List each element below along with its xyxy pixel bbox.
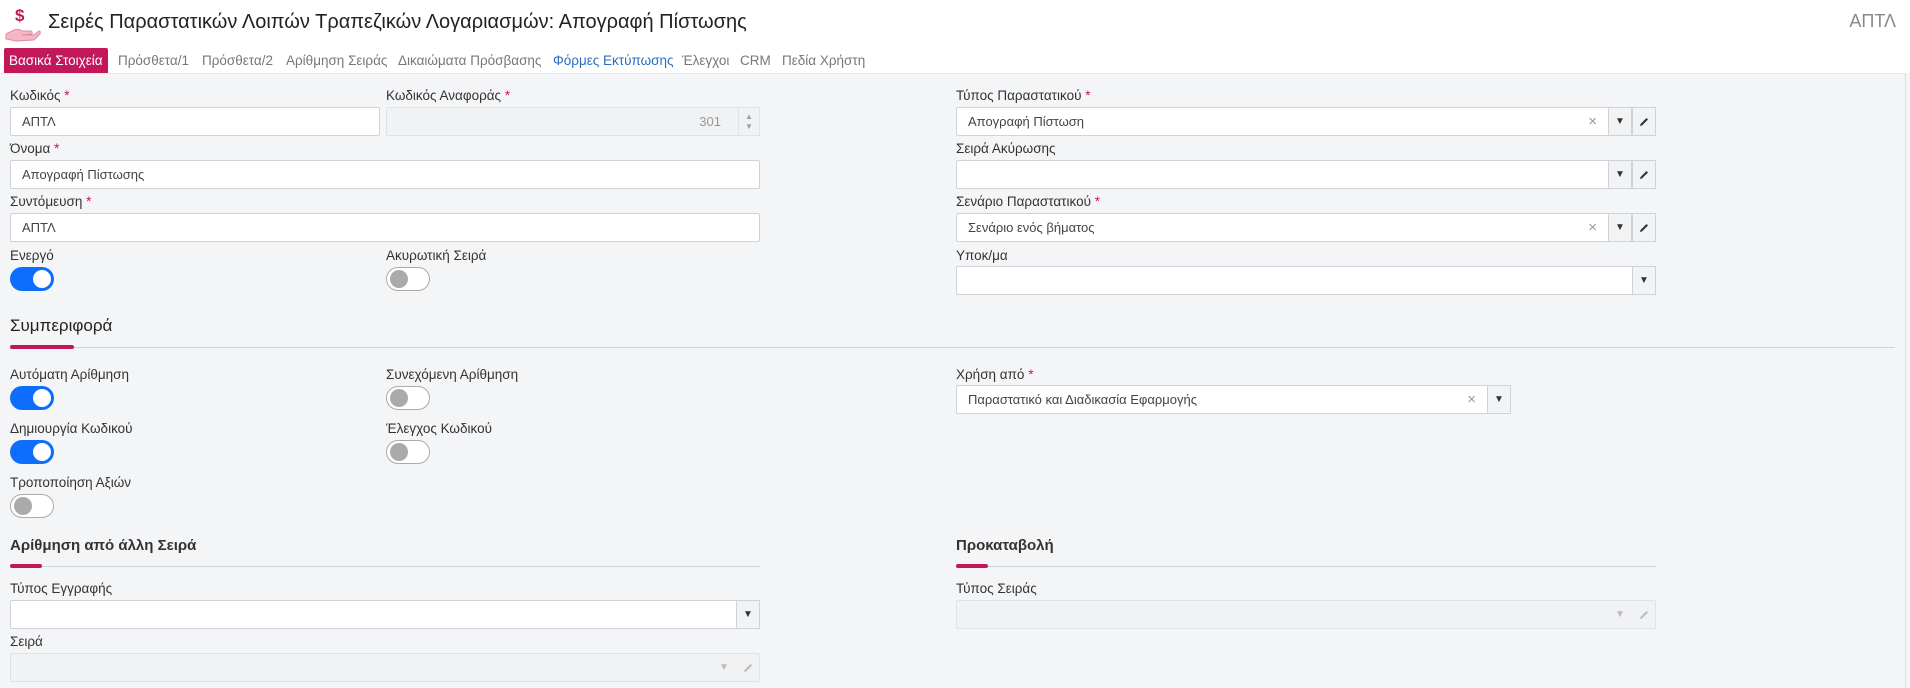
clear-icon[interactable]: ×: [1588, 214, 1597, 241]
advance-divider: [956, 566, 1656, 567]
create-code-label: Δημιουργία Κωδικού: [10, 421, 133, 436]
tab-crm[interactable]: CRM: [740, 48, 771, 73]
series-label: Σειρά: [10, 634, 43, 649]
modify-values-label: Τροποποίηση Αξιών: [10, 475, 132, 490]
behavior-divider: [10, 347, 1895, 348]
auto-numbering-toggle[interactable]: [10, 386, 54, 410]
pencil-icon[interactable]: [1632, 107, 1656, 136]
doc-type-select[interactable]: Απογραφή Πίστωση × ▼: [956, 107, 1656, 136]
scenario-label: Σενάριο Παραστατικού *: [956, 194, 1101, 209]
abbrev-label: Συντόμευση *: [10, 194, 92, 209]
ref-code-value: 301: [699, 114, 721, 129]
series-type-label: Τύπος Σειράς: [956, 581, 1037, 596]
caret-down-icon[interactable]: ▼: [1632, 266, 1656, 295]
pencil-icon: [1632, 600, 1656, 629]
used-by-label: Χρήση από *: [956, 367, 1034, 382]
behavior-section-title: Συμπεριφορά: [10, 316, 113, 335]
cancel-series-toggle-label: Ακυρωτική Σειρά: [386, 248, 487, 263]
continuous-numbering-label: Συνεχόμενη Αρίθμηση: [386, 367, 519, 382]
pencil-icon[interactable]: [1632, 160, 1656, 189]
code-input[interactable]: ΑΠΤΛ: [10, 107, 380, 136]
form-content: Κωδικός * Κωδικός Αναφοράς * Τύπος Παρασ…: [0, 73, 1906, 688]
caret-down-icon[interactable]: ▼: [736, 600, 760, 629]
advance-accent: [956, 564, 988, 568]
caret-down-icon[interactable]: ▼: [1608, 213, 1632, 242]
used-by-select[interactable]: Παραστατικό και Διαδικασία Εφαρμογής × ▼: [956, 385, 1511, 414]
record-type-label: Τύπος Εγγραφής: [10, 581, 113, 596]
ref-code-label: Κωδικός Αναφοράς *: [386, 88, 511, 103]
caret-down-icon: ▼: [719, 662, 729, 673]
ref-code-spinner: ▲ ▼: [738, 107, 760, 136]
tab-additional-2[interactable]: Πρόσθετα/2: [202, 48, 273, 73]
name-label: Όνομα *: [10, 141, 60, 156]
used-by-value: Παραστατικό και Διαδικασία Εφαρμογής: [968, 392, 1197, 407]
doc-type-value: Απογραφή Πίστωση: [968, 114, 1085, 129]
ref-code-input: 301 ▲ ▼: [386, 107, 760, 136]
active-label: Ενεργό: [10, 248, 54, 263]
page-header: $ Σειρές Παραστατικών Λοιπών Τραπεζικών …: [0, 0, 1910, 48]
numbering-other-section-title: Αρίθμηση από άλλη Σειρά: [10, 537, 197, 554]
behavior-accent: [10, 345, 74, 349]
spinner-down-icon: ▼: [745, 121, 753, 131]
tab-bar: Βασικά Στοιχεία Πρόσθετα/1 Πρόσθετα/2 Αρ…: [0, 48, 1910, 73]
numbering-other-accent: [10, 564, 42, 568]
tab-access-rights[interactable]: Δικαιώματα Πρόσβασης: [398, 48, 541, 73]
caret-down-icon[interactable]: ▼: [1487, 385, 1511, 414]
active-toggle[interactable]: [10, 267, 54, 291]
series-select: ▼: [10, 653, 760, 682]
tab-print-forms[interactable]: Φόρμες Εκτύπωσης: [553, 48, 674, 73]
tab-additional-1[interactable]: Πρόσθετα/1: [118, 48, 189, 73]
auto-numbering-label: Αυτόματη Αρίθμηση: [10, 367, 129, 382]
record-type-select[interactable]: ▼: [10, 600, 760, 629]
tab-basic-info[interactable]: Βασικά Στοιχεία: [4, 48, 108, 73]
tab-user-fields[interactable]: Πεδία Χρήστη: [782, 48, 865, 73]
doc-type-label: Τύπος Παραστατικού *: [956, 88, 1091, 103]
cancel-series-field-label: Σειρά Ακύρωσης: [956, 141, 1056, 156]
caret-down-icon: ▼: [1615, 609, 1625, 620]
check-code-toggle[interactable]: [386, 440, 430, 464]
tab-checks[interactable]: Έλεγχοι: [682, 48, 729, 73]
create-code-toggle[interactable]: [10, 440, 54, 464]
scenario-select[interactable]: Σενάριο ενός βήματος × ▼: [956, 213, 1656, 242]
abbrev-input[interactable]: ΑΠΤΛ: [10, 213, 760, 242]
caret-down-icon[interactable]: ▼: [1608, 160, 1632, 189]
cancel-series-toggle[interactable]: [386, 267, 430, 291]
name-input[interactable]: Απογραφή Πίστωσης: [10, 160, 760, 189]
tab-series-numbering[interactable]: Αρίθμηση Σειράς: [286, 48, 387, 73]
code-label: Κωδικός *: [10, 88, 70, 103]
money-hand-icon: $: [5, 6, 41, 42]
cancel-series-select[interactable]: ▼: [956, 160, 1656, 189]
clear-icon[interactable]: ×: [1467, 386, 1476, 413]
scenario-value: Σενάριο ενός βήματος: [968, 220, 1095, 235]
modify-values-toggle[interactable]: [10, 494, 54, 518]
numbering-other-divider: [10, 566, 760, 567]
page-title: Σειρές Παραστατικών Λοιπών Τραπεζικών Λο…: [48, 11, 747, 33]
spinner-up-icon: ▲: [745, 111, 753, 121]
continuous-numbering-toggle[interactable]: [386, 386, 430, 410]
record-code-label: ΑΠΤΛ: [1849, 11, 1896, 31]
series-type-select: ▼: [956, 600, 1656, 629]
check-code-label: Έλεγχος Κωδικού: [386, 421, 492, 436]
pencil-icon: [736, 653, 760, 682]
branch-label: Υποκ/μα: [956, 248, 1008, 263]
branch-select[interactable]: ▼: [956, 266, 1656, 295]
clear-icon[interactable]: ×: [1588, 108, 1597, 135]
svg-text:$: $: [15, 6, 25, 25]
pencil-icon[interactable]: [1632, 213, 1656, 242]
advance-section-title: Προκαταβολή: [956, 537, 1054, 554]
caret-down-icon[interactable]: ▼: [1608, 107, 1632, 136]
